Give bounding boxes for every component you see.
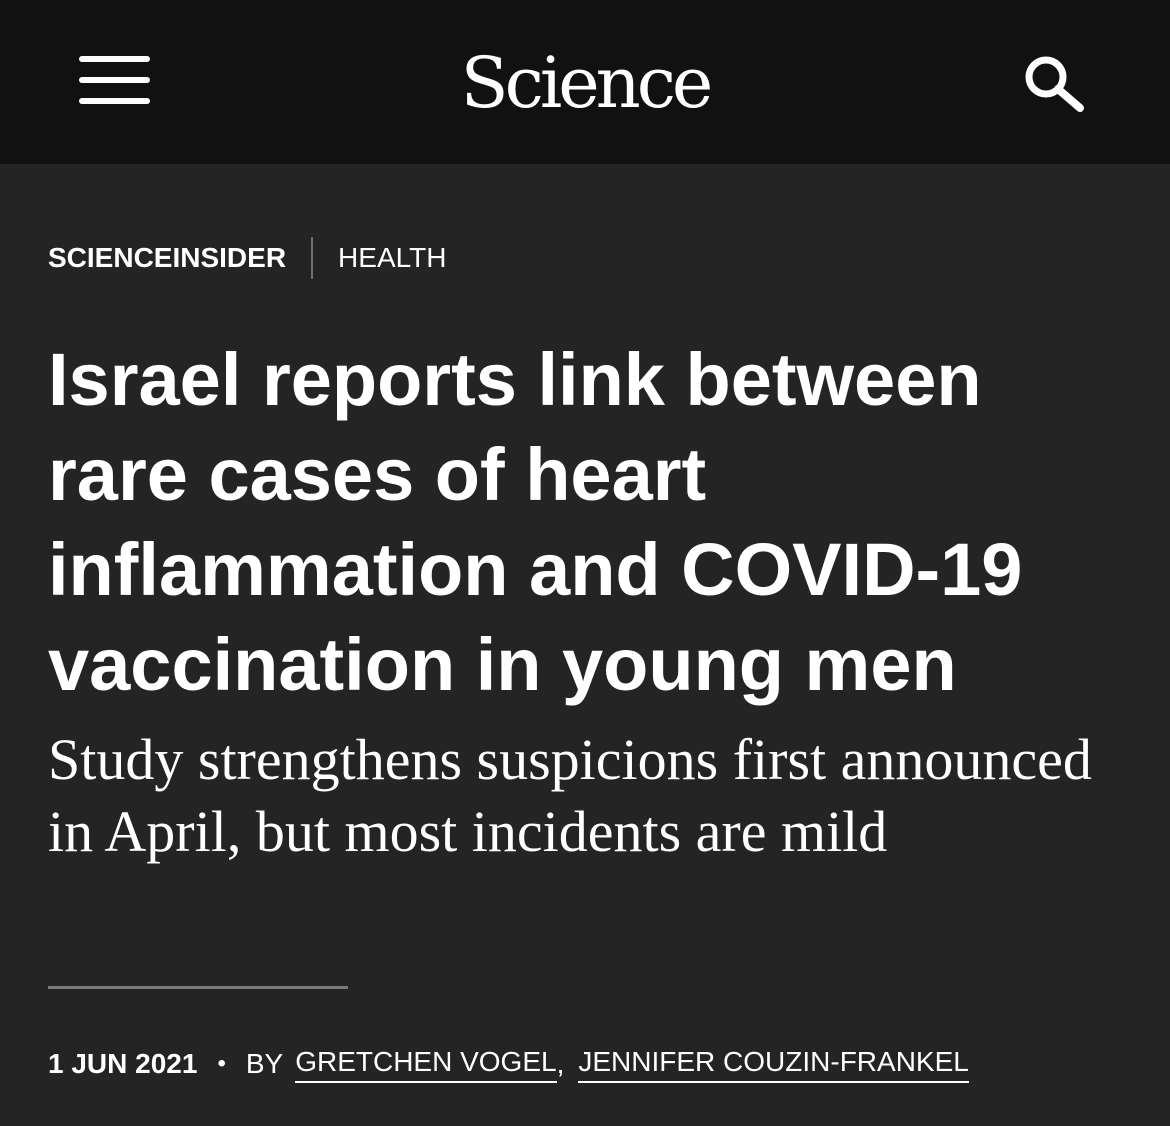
article-headline: Israel reports link between rare cases o…	[48, 338, 1023, 706]
article-subheadline: Study strengthens suspicions first annou…	[48, 727, 1092, 864]
divider-rule	[48, 986, 348, 989]
section-link-scienceinsider[interactable]: SCIENCEINSIDER	[48, 242, 286, 274]
byline-separator: •	[217, 1050, 226, 1077]
site-logo[interactable]: Science	[0, 38, 1170, 128]
site-header: Science	[0, 0, 1170, 164]
publish-date: 1 JUN 2021	[48, 1048, 198, 1079]
section-breadcrumb: SCIENCEINSIDER HEALTH	[48, 236, 446, 280]
search-icon	[1025, 56, 1084, 112]
search-button[interactable]	[1020, 52, 1086, 112]
article-byline: 1 JUN 2021 • BY GRETCHEN VOGEL , JENNIFE…	[48, 1042, 969, 1086]
section-divider	[311, 237, 314, 279]
author-separator: ,	[556, 1048, 565, 1079]
author-link[interactable]: JENNIFER COUZIN-FRANKEL	[578, 1046, 969, 1083]
by-label: BY	[245, 1048, 284, 1079]
author-link[interactable]: GRETCHEN VOGEL	[295, 1046, 557, 1083]
section-link-health[interactable]: HEALTH	[338, 242, 446, 274]
